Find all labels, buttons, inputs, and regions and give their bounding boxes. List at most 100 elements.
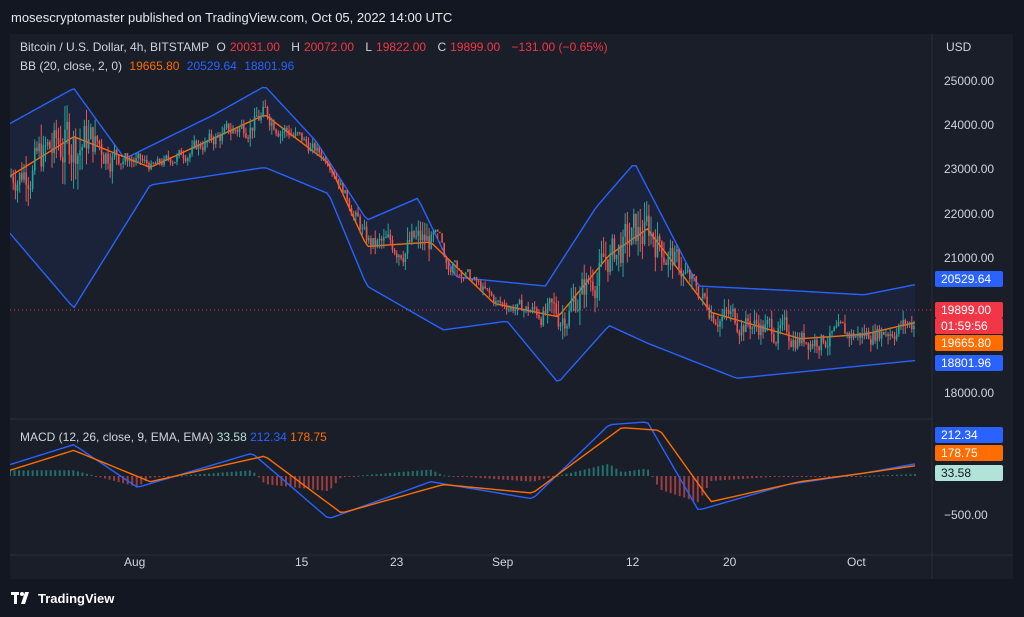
macd-histogram-bar [434,471,437,476]
candle-body [29,188,32,190]
candle-body [790,341,792,347]
macd-histogram-bar [99,476,102,478]
macd-histogram-bar [805,476,808,477]
candle-body [686,270,689,272]
candle-body [87,138,90,149]
candle-body [801,332,803,344]
macd-histogram-bar [733,476,735,480]
candle-body [376,240,379,246]
candle-body [633,213,635,228]
macd-histogram-bar [886,475,889,477]
candle-body [783,317,786,321]
candle-body [146,159,148,164]
candle-body [404,253,407,263]
candle-body [600,253,603,264]
candle-body [497,300,499,302]
candle-body [540,318,542,326]
candle-body [553,302,555,304]
candle-body [59,144,62,158]
macd-histogram-bar [36,470,39,476]
macd-histogram-bar [212,473,215,476]
candle-body [111,156,114,172]
candle-body [852,333,855,338]
macd-histogram-bar [601,465,604,476]
candle-body [503,303,506,307]
candle-body [236,129,239,132]
bb-label[interactable]: BB (20, close, 2, 0) [20,59,122,73]
macd-histogram-bar [429,469,432,476]
candle-body [36,147,38,152]
candle-body [38,143,40,152]
macd-histogram-bar [76,471,79,476]
macd-histogram-bar [868,475,871,477]
symbol-label[interactable]: Bitcoin / U.S. Dollar, 4h, BITSTAMP [20,40,209,54]
macd-histogram-bar [773,476,776,477]
candle-body [230,131,232,134]
time-tick: 23 [390,555,404,569]
candle-body [484,286,486,289]
candle-body [242,124,245,134]
candle-body [900,324,902,327]
candle-body [714,322,717,325]
macd-label[interactable]: MACD (12, 26, close, 9, EMA, EMA) [20,430,213,444]
currency-label[interactable]: USD [946,40,971,54]
candle-body [514,309,517,311]
candle-body [781,320,784,326]
macd-signal-badge: 178.75 [935,445,1003,461]
open-label: O [216,40,226,54]
candle-body [891,334,894,337]
macd-histogram-bar [113,476,116,481]
candle-body [152,162,155,164]
candle-body [510,307,512,310]
candle-body [227,123,230,132]
candle-body [822,335,825,343]
candle-body [710,315,713,319]
chart-canvas[interactable] [10,34,1013,579]
candle-body [475,276,478,282]
candle-body [290,135,292,137]
candle-body [712,315,715,323]
candle-body [473,276,476,280]
macd-histogram-bar [597,466,600,476]
candle-body [370,238,372,247]
candle-body [592,281,594,291]
macd-histogram-bar [266,476,269,485]
macd-histogram-bar [524,476,527,482]
macd-histogram-bar [203,473,206,476]
candle-body [150,163,152,170]
candle-body [98,140,101,145]
candle-body [837,322,840,327]
candle-body [624,223,626,237]
candle-body [197,144,200,149]
macd-histogram-bar [809,476,812,477]
candle-body [542,310,545,326]
macd-histogram-bar [579,470,582,476]
macd-hist-badge: 33.58 [935,465,1003,481]
candle-body [572,296,575,303]
tradingview-logo[interactable]: TradingView [11,591,114,606]
macd-histogram-bar [158,476,161,478]
macd-histogram-bar [135,476,138,487]
high-label: H [291,40,300,54]
macd-legend: MACD (12, 26, close, 9, EMA, EMA) 33.58 … [20,430,327,444]
candle-body [113,149,116,157]
candle-body [462,277,465,279]
candle-body [33,147,36,171]
candle-body [538,314,540,319]
candle-body [548,298,551,304]
candle-body [721,316,723,322]
candle-body [523,310,525,312]
candle-body [583,279,586,295]
macd-histogram-bar [54,470,57,476]
macd-histogram-bar [330,476,333,489]
candle-body [186,158,189,162]
candle-body [814,339,816,347]
macd-histogram-bar [624,471,627,476]
candle-body [385,237,387,239]
macd-histogram-bar [493,476,496,479]
candle-body [415,235,417,238]
chart-area[interactable]: Bitcoin / U.S. Dollar, 4h, BITSTAMP O 200… [10,34,1013,579]
candle-body [699,297,702,299]
macd-histogram-bar [226,472,229,476]
candle-body [615,254,618,260]
